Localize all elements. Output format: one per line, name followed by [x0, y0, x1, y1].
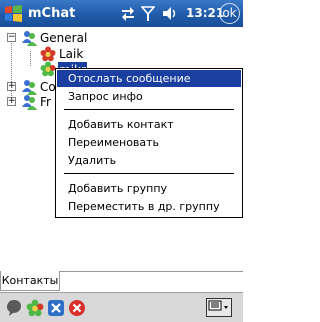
menu-item-send-message[interactable]: Отослать сообщение [57, 70, 241, 87]
app-title: mChat [28, 6, 76, 21]
windows-start-icon[interactable] [3, 3, 24, 24]
menu-item-add-group[interactable]: Добавить группу [57, 180, 241, 197]
contact-laik[interactable]: Laik [59, 46, 83, 62]
volume-icon[interactable] [161, 5, 179, 22]
group-expand-toggle[interactable]: + [7, 82, 16, 91]
close-icon[interactable] [68, 299, 86, 317]
tab-contacts[interactable]: Контакты [0, 271, 60, 291]
context-menu: Отослать сообщение Запрос инфо Добавить … [55, 68, 243, 218]
group-general[interactable]: General [40, 30, 87, 46]
group-co[interactable]: Co [40, 79, 56, 95]
menu-item-request-info[interactable]: Запрос инфо [57, 88, 241, 105]
connectivity-icon[interactable] [120, 5, 136, 22]
menu-item-move-to-group[interactable]: Переместить в др. группу [57, 198, 241, 215]
bottom-toolbar [0, 292, 243, 322]
online-flower-icon[interactable] [26, 299, 44, 317]
status-icon[interactable] [5, 299, 23, 317]
tree-line [30, 51, 31, 66]
group-icon [22, 95, 37, 110]
tab-strip: Контакты [0, 271, 243, 293]
ok-button[interactable]: ok [219, 3, 240, 24]
signal-antenna-icon[interactable] [141, 5, 155, 22]
group-icon [22, 31, 37, 46]
menu-item-add-contact[interactable]: Добавить контакт [57, 116, 241, 133]
menu-separator [64, 173, 234, 174]
flower-online-icon [40, 46, 56, 62]
menu-separator [64, 109, 234, 110]
menu-item-rename[interactable]: Переименовать [57, 134, 241, 151]
group-expand-toggle[interactable]: + [7, 97, 16, 106]
flower-online-icon [40, 61, 56, 77]
keyboard-icon[interactable] [206, 298, 232, 317]
menu-item-delete[interactable]: Удалить [57, 152, 241, 169]
group-collapse-toggle[interactable]: − [7, 33, 16, 42]
group-fr[interactable]: Fr [40, 94, 51, 110]
title-bar: mChat 13:21 ok [0, 0, 243, 27]
settings-icon[interactable] [47, 299, 65, 317]
